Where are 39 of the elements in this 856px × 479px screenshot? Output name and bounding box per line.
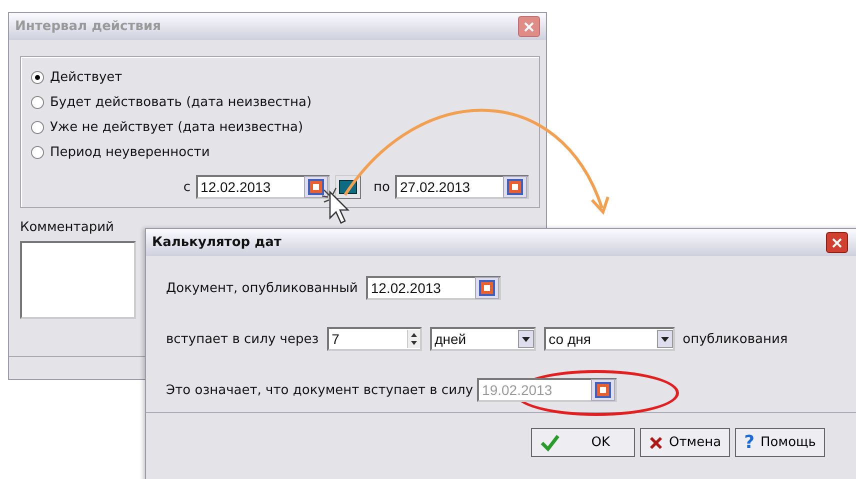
cursor-icon	[322, 186, 352, 226]
help-button[interactable]: ? Помощь	[735, 428, 825, 457]
close-icon	[831, 236, 843, 248]
calendar-icon[interactable]	[591, 379, 616, 401]
window-title: Интервал действия	[15, 19, 161, 34]
help-icon: ?	[744, 432, 755, 453]
date-field[interactable]: 27.02.2013	[395, 175, 529, 199]
radio-label: Уже не действует (дата неизвестна)	[50, 120, 304, 135]
calendar-icon[interactable]	[503, 176, 527, 198]
base-dropdown[interactable]: со дня	[544, 327, 675, 351]
checkmark-icon	[540, 434, 560, 452]
close-icon	[523, 20, 535, 32]
radio-label: Будет действовать (дата неизвестна)	[50, 95, 312, 110]
number-spinner[interactable]: 7	[326, 327, 422, 351]
offset-label: вступает в силу через	[166, 332, 319, 346]
unit-dropdown[interactable]: дней	[430, 327, 536, 351]
comment-label: Комментарий	[20, 220, 115, 235]
ok-button[interactable]: OK	[531, 428, 635, 457]
date-field[interactable]: 12.02.2013	[196, 175, 330, 199]
result-date-field: 19.02.2013	[477, 378, 618, 402]
from-label: с	[183, 180, 191, 194]
radio-button[interactable]	[31, 71, 44, 84]
published-label: Документ, опубликованный	[166, 280, 358, 296]
close-button[interactable]	[826, 232, 848, 253]
result-label: Это означает, что документ вступает в силу	[166, 382, 474, 398]
to-label: по	[374, 180, 390, 194]
cross-icon	[649, 436, 663, 450]
radio-button[interactable]	[31, 96, 44, 109]
calendar-icon[interactable]	[474, 277, 499, 299]
window-title: Калькулятор дат	[152, 235, 282, 250]
radio-button[interactable]	[31, 146, 44, 159]
radio-label: Период неуверенности	[50, 145, 210, 160]
calendar-icon[interactable]	[304, 176, 328, 198]
radio-label: Действует	[50, 70, 122, 85]
radio-button[interactable]	[31, 121, 44, 134]
comment-field[interactable]	[20, 241, 136, 319]
date-field[interactable]: 12.02.2013	[366, 276, 501, 300]
cancel-button[interactable]: Отмена	[640, 428, 730, 457]
suffix-label: опубликования	[682, 332, 788, 346]
